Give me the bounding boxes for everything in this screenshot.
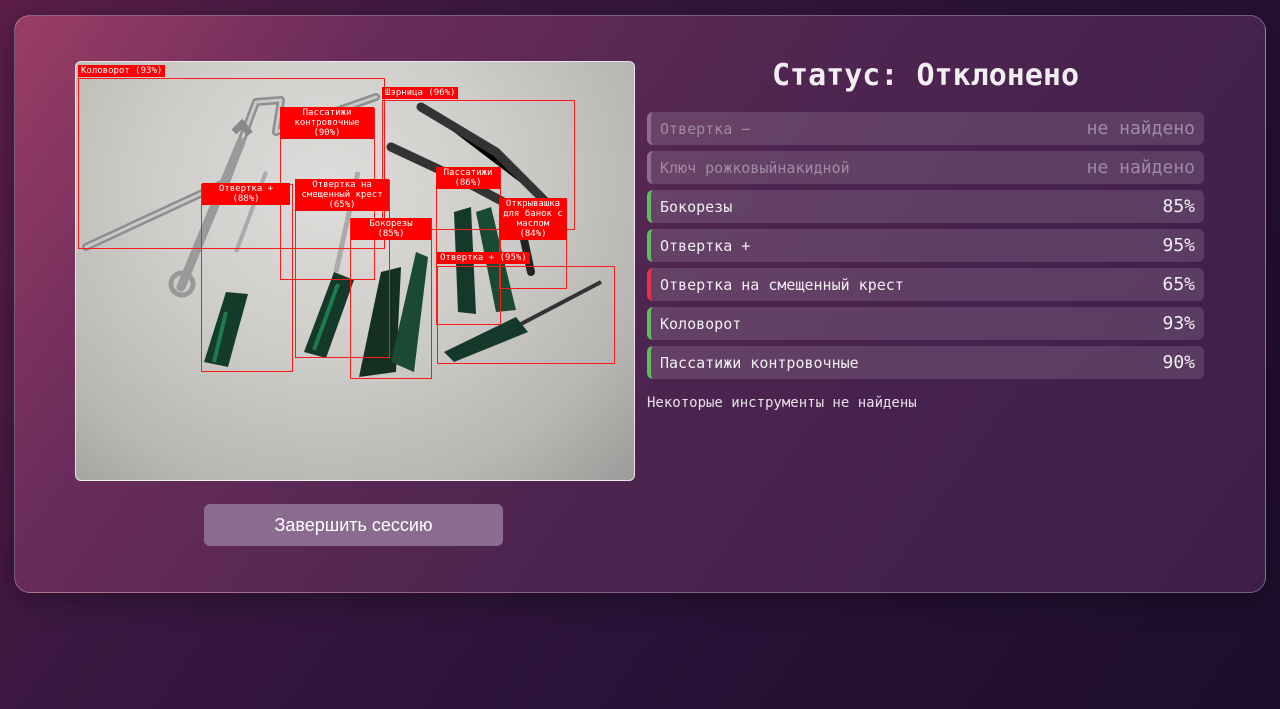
status-note: Некоторые инструменты не найдены [647, 395, 917, 411]
detection-label-cutters: Бокорезы (85%) [351, 218, 431, 240]
detection-label-safety-pliers: Пассатижи контровочные (90%) [280, 107, 374, 139]
detection-label-screwdriver-plus-2: Отвертка + (95%) [437, 252, 530, 264]
finish-session-button[interactable]: Завершить сессию [204, 504, 503, 546]
tool-name: Пассатижи контровочные [660, 353, 859, 372]
tool-value: 95% [1162, 235, 1195, 256]
tool-name: Отвертка + [660, 236, 751, 255]
tool-name: Ключ рожковыйнакидной [660, 158, 850, 177]
tool-value: не найдено [1086, 157, 1195, 178]
tool-name: Коловорот [660, 314, 742, 333]
detection-box-cutters [350, 218, 432, 379]
detection-label-oil-opener: Открывашка для банок с маслом (84%) [499, 198, 567, 240]
status-title: Статус: Отклонено [771, 58, 1080, 93]
tool-value: не найдено [1086, 118, 1195, 139]
tool-name: Отвертка на смещенный крест [660, 275, 904, 294]
detection-label-offset-screwdriver: Отвертка на смещенный крест (65%) [295, 179, 389, 211]
camera-image: Коловорот (93%) Шэрница (96%) Пассатижи … [75, 61, 635, 481]
tool-row: Пассатижи контровочные 90% [647, 346, 1204, 379]
detection-box-screwdriver-plus-1 [201, 184, 293, 372]
tool-row: Ключ рожковыйнакидной не найдено [647, 151, 1204, 184]
tool-value: 90% [1162, 352, 1195, 373]
tool-name: Отвертка − [660, 119, 751, 138]
tool-value: 85% [1162, 196, 1195, 217]
tool-row: Коловорот 93% [647, 307, 1204, 340]
detection-label-wrench: Шэрница (96%) [382, 87, 459, 99]
detection-label-brace: Коловорот (93%) [78, 65, 166, 77]
tool-row: Отвертка на смещенный крест 65% [647, 268, 1204, 301]
tool-value: 93% [1162, 313, 1195, 334]
tool-value: 65% [1162, 274, 1195, 295]
tool-row: Бокорезы 85% [647, 190, 1204, 223]
detection-label-screwdriver-plus-1: Отвертка + (88%) [202, 183, 290, 205]
detection-box-screwdriver-plus-2 [437, 266, 615, 364]
tool-row: Отвертка + 95% [647, 229, 1204, 262]
tool-name: Бокорезы [660, 197, 733, 216]
detection-label-pliers: Пассатижи (86%) [436, 167, 500, 189]
tool-row: Отвертка − не найдено [647, 112, 1204, 145]
